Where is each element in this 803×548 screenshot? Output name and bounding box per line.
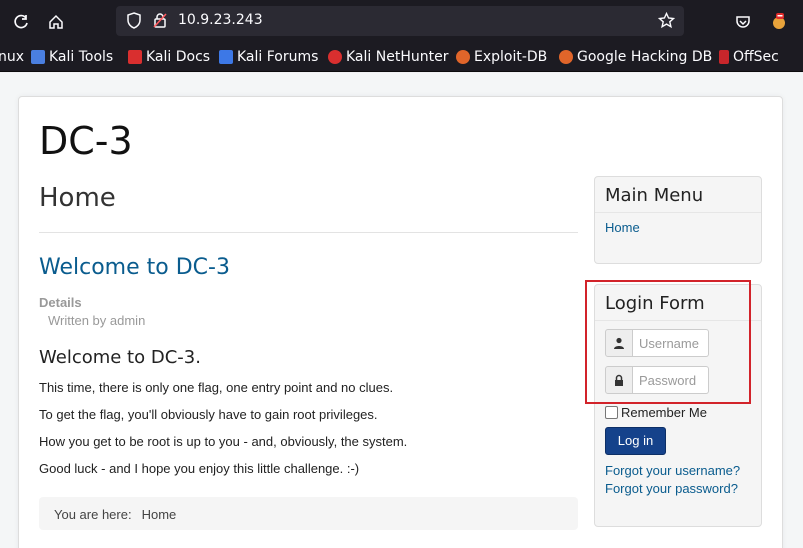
article-paragraph: How you get to be root is up to you - an… [39, 434, 408, 449]
bookmark-kali-nethunter[interactable]: Kali NetHunter [328, 48, 448, 66]
bookmarks-toolbar: nux Kali Tools Kali Docs Kali Forums Kal… [0, 42, 803, 72]
forgot-password-link[interactable]: Forgot your password? [605, 481, 738, 496]
breadcrumb: You are here: Home [39, 497, 578, 530]
article-paragraph: To get the flag, you'll obviously have t… [39, 407, 378, 422]
exploit-db-icon [456, 50, 470, 64]
reload-icon [14, 14, 28, 29]
kali-nethunter-icon [328, 50, 342, 64]
page-viewport: DC-3 Home Welcome to DC-3 Details Writte… [0, 73, 803, 548]
bookmark-star-icon[interactable] [657, 11, 676, 33]
bookmark-label: Google Hacking DB [577, 49, 713, 65]
bookmark-label: nux [0, 49, 25, 65]
breadcrumb-current: Home [141, 507, 177, 522]
shield-icon[interactable] [126, 12, 142, 33]
details-label: Details [39, 295, 82, 310]
bookmark-label: Kali Tools [49, 49, 114, 65]
address-bar[interactable]: 10.9.23.243 [116, 6, 684, 36]
main-menu-title: Main Menu [595, 177, 761, 213]
kali-docs-icon [128, 50, 142, 64]
extension-button[interactable] [766, 9, 792, 35]
divider [39, 232, 578, 233]
bookmark-label: OffSec [733, 49, 779, 65]
forgot-username-link[interactable]: Forgot your username? [605, 463, 740, 478]
breadcrumb-prefix: You are here: [54, 507, 132, 522]
browser-toolbar: 10.9.23.243 [0, 0, 803, 42]
kali-tools-icon [31, 50, 45, 64]
insecure-lock-icon[interactable] [152, 12, 168, 33]
bookmark-offsec[interactable]: OffSec [719, 48, 779, 66]
bookmark-kali-docs[interactable]: Kali Docs [128, 48, 210, 66]
reload-button[interactable] [8, 9, 34, 35]
login-button[interactable]: Log in [605, 427, 666, 455]
article-paragraph: Good luck - and I hope you enjoy this li… [39, 461, 360, 476]
pocket-button[interactable] [730, 9, 756, 35]
url-text[interactable]: 10.9.23.243 [178, 12, 263, 28]
bookmark-kali-tools[interactable]: Kali Tools [31, 48, 113, 66]
bookmark-kali-forums[interactable]: Kali Forums [219, 48, 318, 66]
remember-me-checkbox[interactable] [605, 406, 618, 419]
highlight-box [585, 280, 751, 404]
remember-me[interactable]: Remember Me [605, 405, 707, 420]
site-title[interactable]: DC-3 [39, 119, 133, 163]
pocket-icon [736, 16, 750, 28]
home-button[interactable] [43, 9, 69, 35]
bookmark-label: Exploit-DB [474, 49, 548, 65]
bookmark-nux[interactable]: nux [0, 48, 24, 66]
article-title[interactable]: Welcome to DC-3 [39, 255, 230, 280]
offsec-icon [719, 50, 729, 64]
bookmark-google-hacking-db[interactable]: Google Hacking DB [559, 48, 712, 66]
extension-icon [773, 13, 785, 29]
kali-forums-icon [219, 50, 233, 64]
site-body: DC-3 Home Welcome to DC-3 Details Writte… [18, 96, 783, 548]
menu-item-home[interactable]: Home [595, 213, 761, 242]
bookmark-label: Kali Forums [237, 49, 319, 65]
page-heading: Home [39, 183, 116, 213]
article-paragraph: This time, there is only one flag, one e… [39, 380, 394, 395]
bookmark-label: Kali Docs [146, 49, 211, 65]
home-icon [49, 14, 63, 29]
remember-me-label: Remember Me [621, 405, 707, 420]
bookmark-exploit-db[interactable]: Exploit-DB [456, 48, 547, 66]
author-info: Written by admin [48, 313, 146, 328]
bookmark-label: Kali NetHunter [346, 49, 449, 65]
ghdb-icon [559, 50, 573, 64]
main-menu-module: Main Menu Home [594, 176, 762, 264]
article-subheading: Welcome to DC-3. [39, 347, 201, 368]
